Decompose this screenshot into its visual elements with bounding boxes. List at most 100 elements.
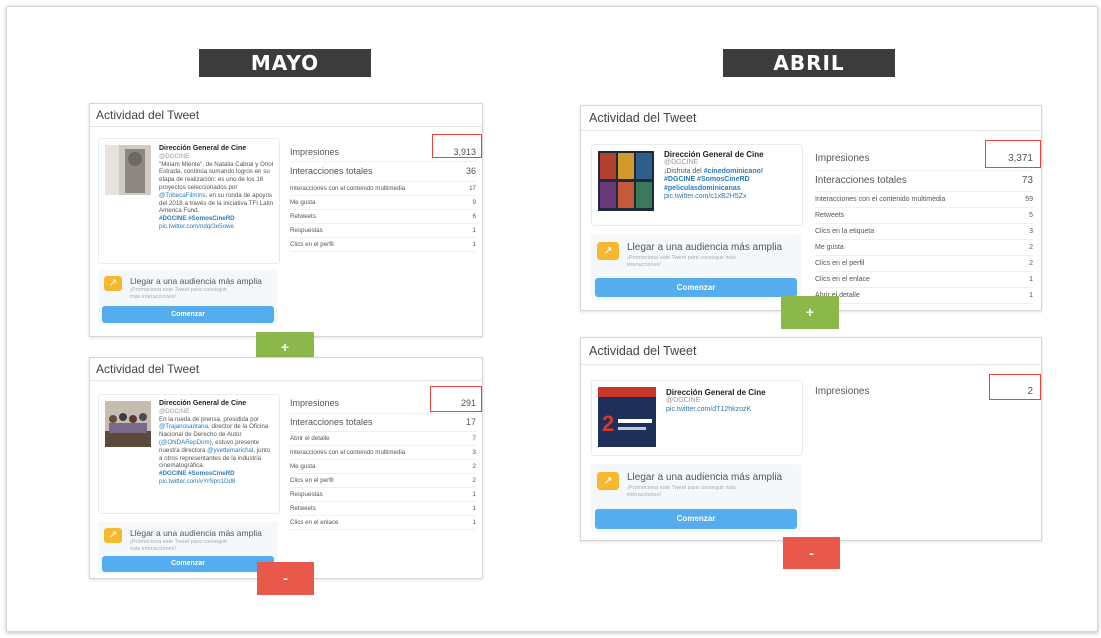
metric-row[interactable]: Clics en el perfil 1	[290, 238, 476, 252]
start-button[interactable]: Comenzar	[102, 306, 274, 323]
promo-subtitle: ¡Promociona este Tweet para conseguir má…	[130, 287, 228, 300]
card-title: Actividad del Tweet	[90, 358, 482, 381]
tweet-author[interactable]: Dirección General de Cine	[666, 388, 800, 397]
metric-row[interactable]: Clics en el enlace 1	[290, 516, 476, 530]
metric-label: Interacciones con el contenido multimedi…	[290, 185, 406, 192]
promo-panel: ↗ Llegar a una audiencia más amplia ¡Pro…	[591, 464, 801, 532]
tweet-text: Dirección General de Cine @DGCINE pic.tw…	[666, 388, 800, 414]
tweet-link[interactable]: pic.twitter.com/ndqr3e5owe	[159, 223, 275, 231]
metric-label: Abrir el detalle	[290, 435, 330, 442]
metric-label: Clics en el perfil	[290, 477, 334, 484]
metric-value: 5	[1029, 212, 1033, 219]
metric-label: Respuestas	[290, 491, 323, 498]
start-button[interactable]: Comenzar	[102, 556, 274, 572]
metrics-list: Impresiones 291 Interacciones totales 17…	[290, 394, 476, 530]
promo-panel: ↗ Llegar a una audiencia más amplia ¡Pro…	[591, 234, 801, 300]
metric-row[interactable]: Interacciones con el contenido multimedi…	[815, 192, 1033, 208]
tweet-image[interactable]	[105, 145, 151, 195]
metric-value: 7	[472, 435, 476, 442]
metric-value: 3	[1029, 228, 1033, 235]
tweet-author[interactable]: Dirección General de Cine	[664, 150, 800, 159]
metric-row[interactable]: Retweets 5	[815, 208, 1033, 224]
tweet-hashtags[interactable]: #DGCINE #SomosCineRD	[159, 470, 275, 478]
start-button[interactable]: Comenzar	[595, 509, 797, 529]
metric-value: 2	[472, 477, 476, 484]
metric-row[interactable]: Me gusta 2	[815, 240, 1033, 256]
plus-button[interactable]: +	[781, 296, 839, 329]
promote-icon: ↗	[104, 528, 122, 543]
header-abril: ABRIL	[723, 49, 895, 77]
metric-row[interactable]: Clics en el perfil 2	[815, 256, 1033, 272]
metric-row[interactable]: Retweets 1	[290, 502, 476, 516]
tweet-mention[interactable]: @TribecaFilmIns	[159, 192, 206, 199]
tweet-mention[interactable]: @yvettemarichal	[207, 447, 253, 454]
metric-row[interactable]: Interacciones totales 17	[290, 414, 476, 432]
tweet-mention[interactable]: @Trajanosantana	[159, 423, 208, 430]
metric-label: Clics en el enlace	[290, 519, 339, 526]
metric-row[interactable]: Respuestas 1	[290, 488, 476, 502]
tweet-preview: 2 Dirección General de Cine @DGCINE pic.…	[591, 380, 803, 456]
tweet-handle[interactable]: @DGCINE	[159, 408, 275, 416]
metric-row[interactable]: Interacciones totales 73	[815, 171, 1033, 192]
metric-value: 2	[1029, 244, 1033, 251]
metric-value: 9	[472, 199, 476, 206]
svg-text:2: 2	[602, 411, 614, 436]
minus-button[interactable]: -	[257, 562, 314, 595]
metric-value: 1	[472, 241, 476, 248]
tweet-link[interactable]: pic.twitter.com/vYrNpn1Dd8	[159, 478, 275, 486]
tweet-handle[interactable]: @DGCINE	[664, 159, 800, 167]
metric-row[interactable]: Me gusta 9	[290, 196, 476, 210]
tweet-handle[interactable]: @DGCINE	[159, 153, 275, 161]
metric-label: Respuestas	[290, 227, 323, 234]
metric-row[interactable]: Abrir el detalle 7	[290, 432, 476, 446]
metric-row[interactable]: Me gusta 2	[290, 460, 476, 474]
tweet-preview: Dirección General de Cine @DGCINE ¡Disfr…	[591, 144, 803, 226]
minus-button[interactable]: -	[783, 537, 840, 569]
impressions-highlight	[989, 374, 1041, 400]
tweet-body: "Miriam Miente", de Natalia Cabral y Ori…	[159, 160, 274, 191]
metric-label: Interacciones totales	[290, 166, 373, 176]
promo-title: Llegar a una audiencia más amplia	[130, 528, 262, 538]
tweet-mention[interactable]: (@ONDARepDom)	[159, 439, 212, 446]
metric-value: 1	[472, 491, 476, 498]
tweet-hashtag[interactable]: #cinedominicano!	[704, 168, 764, 175]
start-button[interactable]: Comenzar	[595, 278, 797, 297]
tweet-author[interactable]: Dirección General de Cine	[159, 145, 275, 153]
metric-row[interactable]: Respuestas 1	[290, 224, 476, 238]
metric-label: Clics en el perfil	[290, 241, 334, 248]
metric-row[interactable]: Retweets 6	[290, 210, 476, 224]
metric-label: Me gusta	[815, 244, 844, 251]
metric-label: Interacciones totales	[290, 417, 373, 427]
tweet-author[interactable]: Dirección General de Cine	[159, 400, 275, 408]
metric-row[interactable]: Abrir el detalle 1	[815, 288, 1033, 304]
metric-row[interactable]: Interacciones con el contenido multimedi…	[290, 182, 476, 196]
metric-value: 3	[472, 449, 476, 456]
promote-icon: ↗	[597, 472, 619, 490]
metric-label: Retweets	[815, 212, 845, 219]
tweet-image[interactable]	[598, 151, 654, 211]
metric-label: Clics en el enlace	[815, 276, 870, 283]
metric-label: Impresiones	[290, 147, 340, 157]
tweet-text: Dirección General de Cine @DGCINE "Miria…	[159, 145, 275, 231]
metric-label: Clics en la etiqueta	[815, 228, 875, 235]
tweet-image[interactable]: 2	[598, 387, 656, 447]
impressions-highlight	[985, 140, 1041, 168]
metric-value: 2	[1029, 260, 1033, 267]
metric-row[interactable]: Clics en el enlace 1	[815, 272, 1033, 288]
metric-value: 1	[1029, 276, 1033, 283]
tweet-hashtags[interactable]: #DGCINE #SomosCineRD	[159, 215, 275, 223]
tweet-hashtags[interactable]: #DGCINE #SomosCineRD #peliculasdominican…	[664, 176, 800, 193]
tweet-link[interactable]: pic.twitter.com/dT12hkzozK	[666, 406, 800, 414]
metric-row[interactable]: Clics en la etiqueta 3	[815, 224, 1033, 240]
metric-label: Retweets	[290, 213, 316, 220]
tweet-link[interactable]: pic.twitter.com/c1xB2H5Zx	[664, 193, 800, 201]
metric-row[interactable]: Interacciones totales 36	[290, 162, 476, 182]
metric-label: Clics en el perfil	[815, 260, 865, 267]
tweet-handle[interactable]: @DGCINE	[666, 397, 800, 405]
promote-icon: ↗	[597, 242, 619, 260]
metrics-list: Impresiones 3,371 Interacciones totales …	[815, 148, 1033, 304]
metric-row[interactable]: Clics en el perfil 2	[290, 474, 476, 488]
metric-label: Interacciones totales	[815, 175, 907, 186]
metric-row[interactable]: Interacciones con el contenido multimedi…	[290, 446, 476, 460]
tweet-image[interactable]	[105, 401, 151, 447]
